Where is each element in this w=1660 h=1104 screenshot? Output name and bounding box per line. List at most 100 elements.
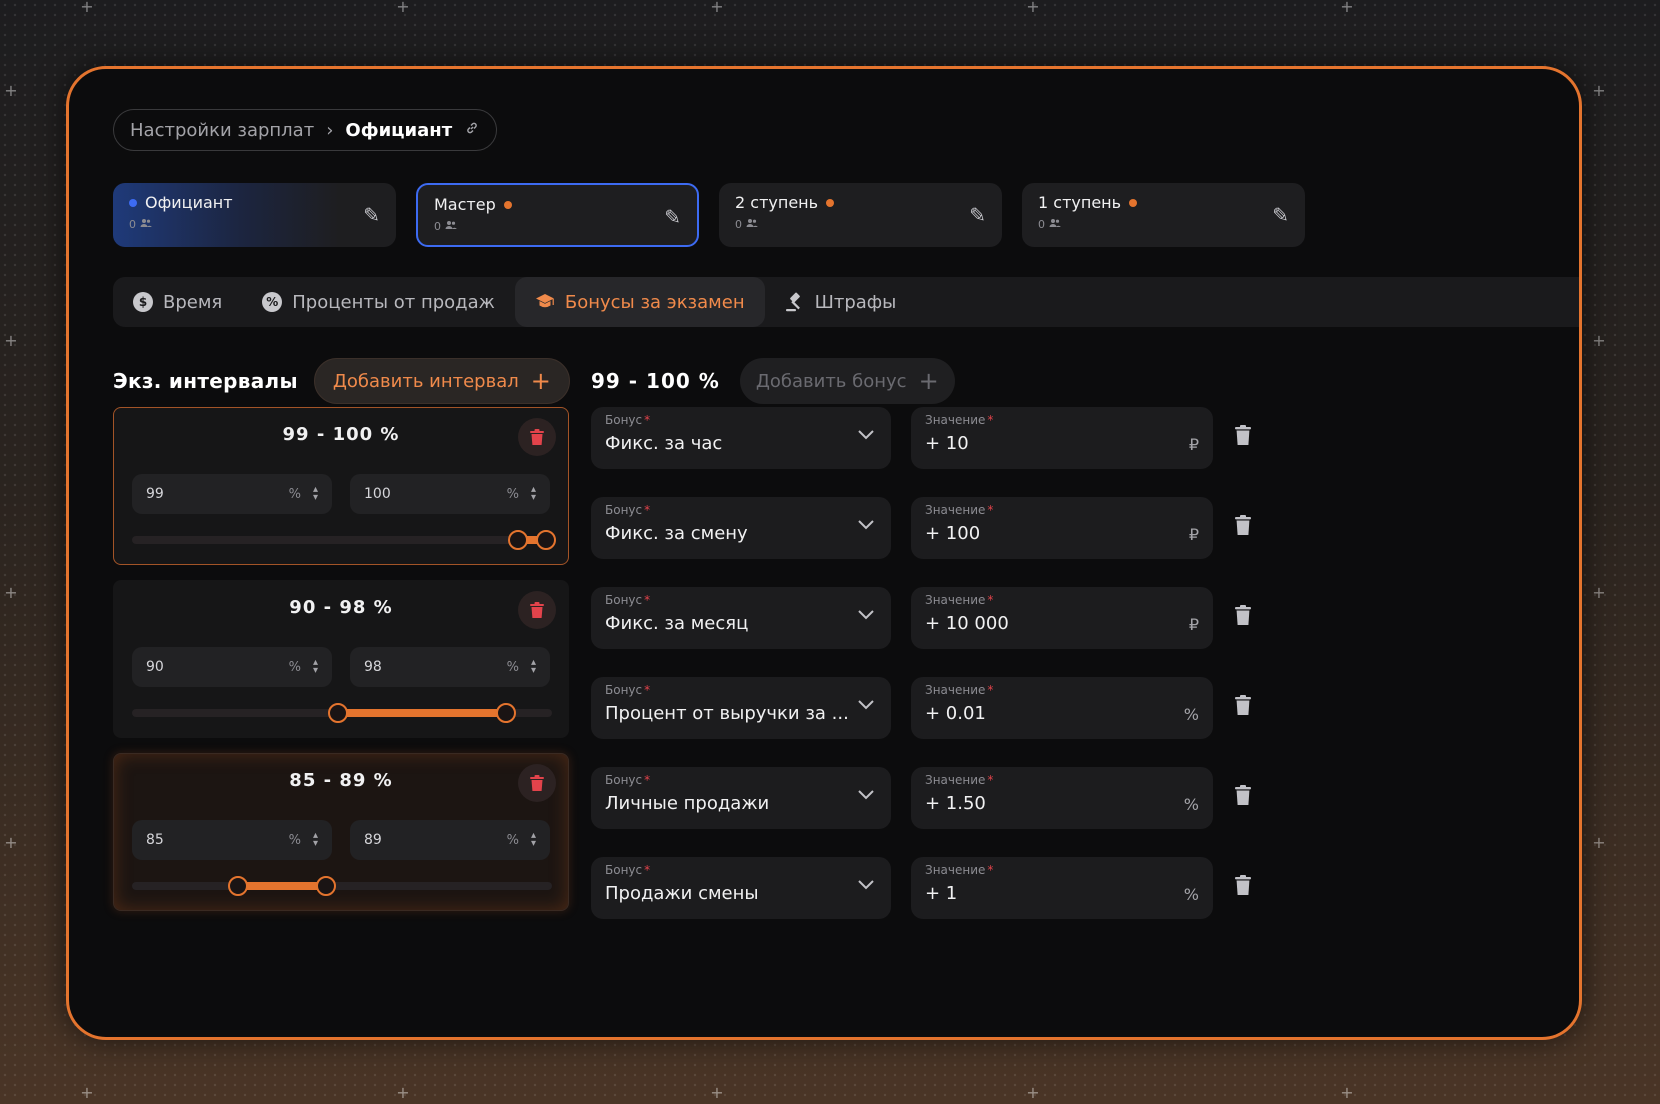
bonus-row: Бонус * Продажи смены Значение * + 1 % <box>591 857 1281 919</box>
interval-min-input[interactable]: 85 % ▴ ▾ <box>132 820 332 860</box>
range-slider[interactable] <box>132 703 552 723</box>
bonus-select[interactable]: Бонус * Фикс. за месяц <box>591 587 891 649</box>
range-max-handle[interactable] <box>536 530 556 550</box>
role-card-master[interactable]: Мастер 0 ✎ <box>416 183 699 247</box>
bonus-row: Бонус * Фикс. за час Значение * + 10 ₽ <box>591 407 1281 469</box>
edit-pencil-icon[interactable]: ✎ <box>664 205 681 229</box>
role-card-stupen-2[interactable]: 2 ступень 0 ✎ <box>719 183 1002 247</box>
breadcrumb-current: Официант <box>345 119 453 141</box>
plus-icon: + <box>1592 583 1606 602</box>
add-bonus-button[interactable]: Добавить бонус + <box>739 358 955 404</box>
bonus-select[interactable]: Бонус * Личные продажи <box>591 767 891 829</box>
plus-icon: + <box>1026 1083 1040 1102</box>
delete-bonus-trash-icon[interactable] <box>1235 425 1251 445</box>
interval-max-input[interactable]: 100 % ▴ ▾ <box>350 474 550 514</box>
value-suffix: % <box>1183 795 1199 814</box>
delete-bonus-trash-icon[interactable] <box>1235 875 1251 895</box>
bonus-value-input[interactable]: Значение * + 1 % <box>911 857 1213 919</box>
bonus-value-input[interactable]: Значение * + 100 ₽ <box>911 497 1213 559</box>
unit-label: % <box>288 659 301 675</box>
role-name: Официант <box>145 193 233 212</box>
interval-card[interactable]: 85 - 89 % 85 % ▴ ▾ 89 % ▴ ▾ <box>113 753 569 911</box>
delete-interval-button[interactable] <box>518 418 556 456</box>
delete-bonus-trash-icon[interactable] <box>1235 605 1251 625</box>
role-card-oficiant[interactable]: Официант 0 ✎ <box>113 183 396 247</box>
unit-label: % <box>506 486 519 502</box>
edit-pencil-icon[interactable]: ✎ <box>1272 203 1289 227</box>
delete-bonus-trash-icon[interactable] <box>1235 695 1251 715</box>
range-min-handle[interactable] <box>328 703 348 723</box>
percent-icon: % <box>262 292 283 312</box>
bonus-value-input[interactable]: Значение * + 1.50 % <box>911 767 1213 829</box>
bonus-select[interactable]: Бонус * Продажи смены <box>591 857 891 919</box>
tab-label: Штрафы <box>814 291 897 313</box>
app-window: Настройки зарплат › Официант Официант 0 <box>66 66 1582 1040</box>
plus-icon: + <box>1592 331 1606 350</box>
delete-interval-button[interactable] <box>518 591 556 629</box>
range-max-handle[interactable] <box>316 876 336 896</box>
required-asterisk: * <box>644 683 651 697</box>
stepper-icon[interactable]: ▴ ▾ <box>531 658 536 676</box>
interval-min-input[interactable]: 90 % ▴ ▾ <box>132 647 332 687</box>
role-card-stupen-1[interactable]: 1 ступень 0 ✎ <box>1022 183 1305 247</box>
tab-sales-percent[interactable]: % Проценты от продаж <box>242 277 515 327</box>
value-suffix: ₽ <box>1188 525 1199 544</box>
interval-max-value: 89 <box>364 832 382 848</box>
users-icon <box>140 218 152 231</box>
unit-label: % <box>506 659 519 675</box>
stepper-icon[interactable]: ▴ ▾ <box>531 831 536 849</box>
range-fill <box>242 882 322 890</box>
role-name: 2 ступень <box>735 193 819 212</box>
interval-max-input[interactable]: 98 % ▴ ▾ <box>350 647 550 687</box>
range-slider[interactable] <box>132 876 552 896</box>
link-icon[interactable] <box>464 120 480 140</box>
tab-exam-bonuses[interactable]: Бонусы за экзамен <box>514 277 765 327</box>
edit-pencil-icon[interactable]: ✎ <box>363 203 380 227</box>
interval-max-input[interactable]: 89 % ▴ ▾ <box>350 820 550 860</box>
bonus-value-input[interactable]: Значение * + 0.01 % <box>911 677 1213 739</box>
plus-icon: + <box>710 1083 724 1102</box>
selected-interval-title: 99 - 100 % <box>591 369 720 393</box>
plus-icon: + <box>396 1083 410 1102</box>
delete-bonus-trash-icon[interactable] <box>1235 785 1251 805</box>
interval-min-value: 90 <box>146 659 164 675</box>
interval-card[interactable]: 99 - 100 % 99 % ▴ ▾ 100 % ▴ ▾ <box>113 407 569 565</box>
range-min-handle[interactable] <box>508 530 528 550</box>
bonus-select[interactable]: Бонус * Фикс. за час <box>591 407 891 469</box>
stepper-icon[interactable]: ▴ ▾ <box>531 485 536 503</box>
interval-min-value: 99 <box>146 486 164 502</box>
unit-label: % <box>288 486 301 502</box>
tab-label: Проценты от продаж <box>292 291 495 313</box>
plus-icon: + <box>1340 1083 1354 1102</box>
interval-card[interactable]: 90 - 98 % 90 % ▴ ▾ 98 % ▴ ▾ <box>113 580 569 738</box>
plus-icon: + <box>4 583 18 602</box>
tab-time[interactable]: $ Время <box>113 277 242 327</box>
breadcrumb-parent-link[interactable]: Настройки зарплат <box>130 120 314 141</box>
graduation-cap-icon <box>535 292 555 312</box>
plus-icon: + <box>530 367 551 395</box>
bonus-select[interactable]: Бонус * Фикс. за смену <box>591 497 891 559</box>
add-interval-button[interactable]: Добавить интервал + <box>313 358 570 404</box>
stepper-icon[interactable]: ▴ ▾ <box>313 831 318 849</box>
stepper-icon[interactable]: ▴ ▾ <box>313 485 318 503</box>
bonus-value-input[interactable]: Значение * + 10 ₽ <box>911 407 1213 469</box>
interval-min-input[interactable]: 99 % ▴ ▾ <box>132 474 332 514</box>
unit-label: % <box>288 832 301 848</box>
range-min-handle[interactable] <box>228 876 248 896</box>
stepper-icon[interactable]: ▴ ▾ <box>313 658 318 676</box>
bonus-value-input[interactable]: Значение * + 10 000 ₽ <box>911 587 1213 649</box>
delete-interval-button[interactable] <box>518 764 556 802</box>
field-label: Значение <box>925 413 986 427</box>
range-fill <box>342 709 502 717</box>
delete-bonus-trash-icon[interactable] <box>1235 515 1251 535</box>
edit-pencil-icon[interactable]: ✎ <box>969 203 986 227</box>
interval-title: 99 - 100 % <box>282 424 400 445</box>
bonus-row: Бонус * Фикс. за смену Значение * + 100 ₽ <box>591 497 1281 559</box>
bonus-select[interactable]: Бонус * Процент от выручки за ... <box>591 677 891 739</box>
tab-bar: $ Время % Проценты от продаж Бонусы за э… <box>113 277 1579 327</box>
chevron-down-icon <box>858 610 874 620</box>
range-max-handle[interactable] <box>496 703 516 723</box>
range-slider[interactable] <box>132 530 556 550</box>
tab-penalties[interactable]: Штрафы <box>765 277 917 327</box>
plus-icon: + <box>396 0 410 16</box>
